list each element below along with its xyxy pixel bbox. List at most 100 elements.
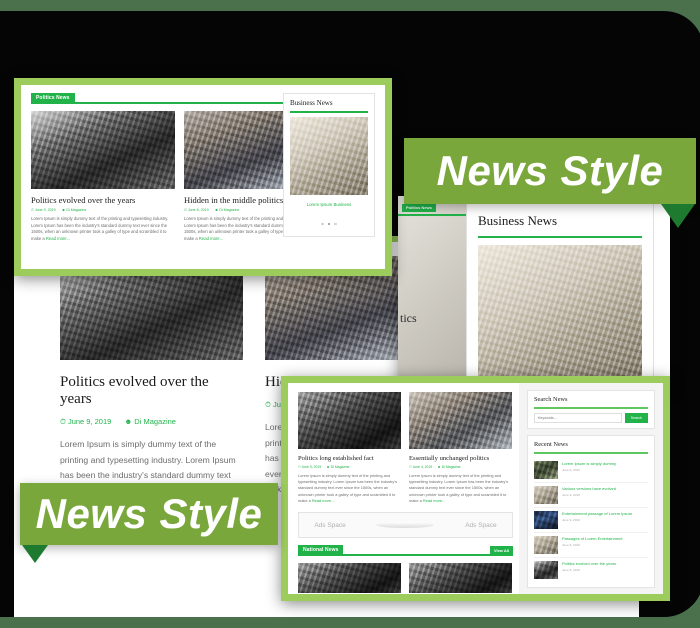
recent-news-date: June 9, 2019 bbox=[562, 468, 580, 473]
carousel-dots[interactable] bbox=[284, 212, 374, 236]
list-item[interactable]: Entertainment passage of Lorem Ipsum Jun… bbox=[534, 508, 648, 533]
article-meta: ⏱ June 9, 2019 ☻ Di Magazine bbox=[60, 417, 243, 427]
tag-rule bbox=[398, 214, 466, 216]
recent-news-title[interactable]: Lorem Ipsum is simply dummy bbox=[562, 461, 616, 467]
ribbon-label: News Style bbox=[35, 490, 263, 537]
article-title[interactable]: Politics long established fact bbox=[298, 455, 401, 462]
recent-news-date: June 9, 2019 bbox=[562, 493, 580, 498]
read-more-link[interactable]: Read more... bbox=[423, 498, 446, 503]
article-author: ☻ Di Magazine bbox=[61, 208, 87, 212]
recent-news-heading: Recent News bbox=[534, 441, 648, 454]
recent-news-date: June 8, 2019 bbox=[562, 568, 580, 573]
ribbon-label: News Style bbox=[436, 147, 664, 194]
ads-divider bbox=[376, 522, 435, 529]
business-news-panel: Politics News tics Business News bbox=[398, 196, 670, 386]
list-item[interactable]: Lorem Ipsum is simply dummy June 9, 2019 bbox=[534, 458, 648, 483]
article-meta: ⏱ June 4, 2019 ☻ Di Magazine bbox=[409, 465, 512, 469]
politics-news-content: Politics News View All Politics evolved … bbox=[31, 93, 375, 242]
article-meta: ⏱ June 5, 2019 ☻ Di Magazine bbox=[298, 465, 401, 469]
article-date: ⏱ June 9, 2019 bbox=[31, 208, 56, 212]
recent-news-title[interactable]: Politics evolved over the years bbox=[562, 561, 616, 567]
news-style-ribbon-top: News Style bbox=[404, 138, 696, 204]
business-news-heading: Business News bbox=[478, 213, 642, 238]
search-button[interactable]: Search bbox=[624, 413, 648, 423]
ribbon-arrow-icon bbox=[661, 204, 695, 228]
recent-news-date: June 9, 2019 bbox=[562, 518, 580, 523]
recent-news-thumbnail bbox=[534, 561, 558, 579]
article-date: ⏱ June 9, 2019 bbox=[60, 417, 112, 426]
panel-left-edge-preview: Politics News tics bbox=[398, 196, 466, 386]
read-more-link[interactable]: Read more... bbox=[199, 236, 223, 241]
business-news-image-dollar bbox=[478, 245, 642, 385]
politics-news-tag: Politics News bbox=[402, 204, 436, 212]
article-image-protest-dark bbox=[298, 392, 401, 449]
article-title[interactable]: Essentially unchanged politics bbox=[409, 455, 512, 462]
ads-space-bar[interactable]: Ads Space Ads Space bbox=[298, 512, 513, 539]
ads-space-left-label: Ads Space bbox=[314, 521, 346, 529]
article-title[interactable]: Politics evolved over the years bbox=[31, 195, 175, 205]
list-item[interactable]: Politics evolved over the years June 8, … bbox=[534, 558, 648, 582]
article-excerpt: Lorem Ipsum is simply dummy text of the … bbox=[298, 473, 398, 503]
cut-off-word: tics bbox=[400, 311, 417, 325]
business-news-card: Business News bbox=[466, 203, 654, 386]
article-image-reader bbox=[409, 392, 512, 449]
article-image-protest bbox=[31, 111, 175, 189]
article-date: ⏱ June 4, 2019 bbox=[409, 465, 433, 469]
recent-news-thumbnail bbox=[534, 461, 558, 479]
national-news-section: National News View All bbox=[298, 545, 513, 594]
search-form[interactable]: Search bbox=[534, 413, 648, 423]
national-article-image[interactable] bbox=[409, 563, 512, 594]
article-date: ⏱ June 5, 2019 bbox=[298, 465, 322, 469]
section-tag-politics-news: Politics News bbox=[31, 93, 75, 104]
article-author: ☻ Di Magazine bbox=[326, 465, 350, 469]
search-input[interactable] bbox=[534, 413, 622, 423]
article-card[interactable]: Politics evolved over the years ⏱ June 9… bbox=[60, 256, 243, 515]
recent-news-date: June 8, 2019 bbox=[562, 543, 580, 548]
list-item[interactable]: Passages of Lorem Entertainment June 8, … bbox=[534, 533, 648, 558]
article-card[interactable]: Politics evolved over the years ⏱ June 9… bbox=[31, 111, 175, 242]
article-author: ☻ Di Magazine bbox=[437, 465, 461, 469]
carousel-dot[interactable] bbox=[321, 222, 324, 225]
recent-news-thumbnail bbox=[534, 536, 558, 554]
article-meta: ⏱ June 9, 2019 ☻ Di Magazine bbox=[31, 208, 175, 212]
business-news-caption[interactable]: Lorem Ipsum Business bbox=[284, 195, 374, 212]
business-news-image-dollar bbox=[290, 117, 368, 195]
recent-news-title[interactable]: Entertainment passage of Lorem Ipsum bbox=[562, 511, 632, 517]
recent-news-title[interactable]: Passages of Lorem Entertainment bbox=[562, 536, 622, 542]
recent-news-title[interactable]: Various versions have evolved bbox=[562, 486, 616, 492]
read-more-link[interactable]: Read more... bbox=[46, 236, 70, 241]
article-card[interactable]: Politics long established fact ⏱ June 5,… bbox=[298, 392, 401, 504]
politics-news-viewport: Politics News View All Politics evolved … bbox=[21, 85, 385, 269]
business-news-widget: Business News Lorem Ipsum Business bbox=[283, 93, 375, 237]
section-tag-national-news: National News bbox=[298, 545, 344, 557]
full-news-viewport: Politics long established fact ⏱ June 5,… bbox=[288, 383, 663, 594]
article-excerpt: Lorem Ipsum is simply dummy text of the … bbox=[31, 216, 169, 241]
article-card[interactable]: Essentially unchanged politics ⏱ June 4,… bbox=[409, 392, 512, 504]
carousel-dot-active[interactable] bbox=[327, 222, 331, 225]
recent-news-thumbnail bbox=[534, 511, 558, 529]
article-excerpt: Lorem Ipsum is simply dummy text of the … bbox=[409, 473, 509, 503]
list-item[interactable]: Various versions have evolved June 9, 20… bbox=[534, 483, 648, 508]
read-more-link[interactable]: Read more... bbox=[312, 498, 335, 503]
ribbon-arrow-icon bbox=[22, 545, 48, 563]
ads-space-right-label: Ads Space bbox=[465, 521, 497, 529]
full-news-page-panel: Politics long established fact ⏱ June 5,… bbox=[281, 376, 670, 601]
article-author: ☻ Di Magazine bbox=[214, 208, 240, 212]
article-author: ☻ Di Magazine bbox=[124, 417, 176, 426]
recent-news-thumbnail bbox=[534, 486, 558, 504]
search-news-widget: Search News Search bbox=[527, 390, 655, 429]
business-news-heading: Business News bbox=[290, 99, 368, 113]
view-all-button[interactable]: View All bbox=[489, 546, 513, 556]
article-date: ⏱ June 8, 2019 bbox=[184, 208, 209, 212]
politics-news-panel: Politics News View All Politics evolved … bbox=[14, 78, 392, 276]
national-thumbnail-row bbox=[298, 563, 513, 594]
national-article-image[interactable] bbox=[298, 563, 401, 594]
carousel-dot[interactable] bbox=[334, 222, 337, 225]
recent-news-widget: Recent News Lorem Ipsum is simply dummy … bbox=[527, 435, 655, 588]
sidebar: Search News Search Recent News Lorem Ips… bbox=[519, 383, 663, 594]
main-column: Politics long established fact ⏱ June 5,… bbox=[288, 383, 523, 594]
search-news-heading: Search News bbox=[534, 396, 648, 409]
news-style-ribbon-bottom: News Style bbox=[20, 483, 278, 545]
national-section-header: National News View All bbox=[298, 545, 513, 557]
article-title[interactable]: Politics evolved over the years bbox=[60, 374, 243, 408]
